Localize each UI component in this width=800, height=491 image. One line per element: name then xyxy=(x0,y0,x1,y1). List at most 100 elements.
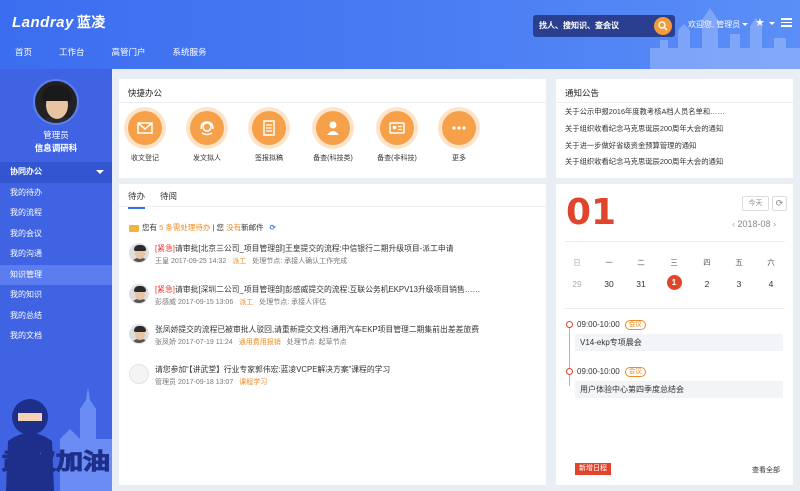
avatar[interactable] xyxy=(33,79,79,125)
todo-title[interactable]: 请您参加“【讲武堂】行业专家郭伟宏:蓝凌VCPE解决方案”课程的学习 xyxy=(155,365,390,374)
top-nav: 首页 工作台 高管门户 系统服务 xyxy=(0,42,219,62)
todo-title[interactable]: 张凤娇提交的流程已被审批人驳回,请重新提交文档:通用汽车EKP项目管理二期集前出… xyxy=(155,325,479,334)
calendar-date[interactable]: 30 xyxy=(593,279,625,289)
current-month: 2018-08 xyxy=(737,219,771,229)
logo-chinese: 蓝凌 xyxy=(76,14,106,30)
notice-item[interactable]: 关于公示申报2016年度教考核A档人员名单和…… xyxy=(565,107,725,117)
sidebar-item-my-documents[interactable]: 我的文档 xyxy=(0,326,112,347)
todo-title[interactable]: 请审批[深圳二公司_项目管理部]彭感威提交的流程:互联公务机EKPV13升级项目… xyxy=(175,285,480,294)
todo-title[interactable]: 请审批[北京三公司_项目管理部]王皇提交的流程:中信银行二期升级项目-派工申请 xyxy=(175,244,454,253)
event-time: 09:00-10:00 会议 xyxy=(577,320,646,330)
event-time: 09:00-10:00 会议 xyxy=(577,367,646,377)
event-tag: 会议 xyxy=(624,320,646,330)
sidebar-user-name: 管理员 xyxy=(43,130,69,140)
nav-home[interactable]: 首页 xyxy=(15,42,32,62)
document-icon xyxy=(263,120,275,136)
today-button[interactable]: 今天 xyxy=(742,196,769,211)
timeline-dot xyxy=(566,368,573,375)
calendar-date[interactable]: 31 xyxy=(625,279,657,289)
weekday-label: 一 xyxy=(605,258,613,267)
todo-category: 派工 xyxy=(232,258,247,265)
sidebar-menu: 协同办公 我的待办 我的流程 我的会议 我的沟通 知识管理 我的知识 我的总结 … xyxy=(0,162,112,347)
sidebar-item-my-process[interactable]: 我的流程 xyxy=(0,203,112,224)
sidebar-item-my-todo[interactable]: 我的待办 xyxy=(0,183,112,204)
notice-item[interactable]: 关于进一步做好省级资金预算管理的通知 xyxy=(565,141,696,151)
quick-item-more[interactable]: 更多 xyxy=(433,111,485,163)
sidebar: 管理员 信息调研科 协同办公 我的待办 我的流程 我的会议 我的沟通 知识管理 … xyxy=(0,69,112,491)
todo-summary: 您有 5 条需处理待办 | 您 没有新邮件 ⟳ xyxy=(129,222,276,233)
search-button[interactable] xyxy=(654,17,672,35)
quick-office-title: 快捷办公 xyxy=(128,88,163,98)
todo-item[interactable]: 张凤娇提交的流程已被审批人驳回,请重新提交文档:通用汽车EKP项目管理二期集前出… xyxy=(129,324,537,354)
timeline-dot xyxy=(566,321,573,328)
todo-person: 张凤娇 xyxy=(155,339,176,346)
todo-link[interactable]: 条需处理待办 xyxy=(165,223,210,232)
welcome-label: 欢迎您, xyxy=(688,20,715,29)
refresh-icon[interactable]: ⟳ xyxy=(772,196,787,211)
sidebar-group-knowledge[interactable]: 知识管理 xyxy=(0,264,112,285)
view-all-link[interactable]: 查看全部 xyxy=(752,465,780,475)
event-title[interactable]: 用户体验中心第四季度总结会 xyxy=(575,381,783,398)
mascot-illustration: 武汉加油 xyxy=(2,387,112,491)
notice-item[interactable]: 关于组织收看纪念马克思诞辰200周年大会的通知 xyxy=(565,157,723,167)
notices-title: 通知公告 xyxy=(565,88,600,98)
chevron-down-icon xyxy=(742,23,749,27)
todo-person: 王皇 xyxy=(155,258,169,265)
calendar-date[interactable]: 4 xyxy=(755,279,787,289)
nav-workbench[interactable]: 工作台 xyxy=(59,42,85,62)
quick-item-record-tech[interactable]: 备查(科技类) xyxy=(307,111,359,163)
sidebar-group-collaboration[interactable]: 协同办公 xyxy=(0,162,112,183)
chevron-down-icon[interactable] xyxy=(769,22,775,25)
sidebar-item-my-knowledge[interactable]: 我的知识 xyxy=(0,285,112,306)
avatar xyxy=(129,284,149,304)
headset-icon xyxy=(200,121,214,136)
welcome-text: 欢迎您, 管理员 xyxy=(688,19,749,30)
current-day: 01 xyxy=(566,192,617,233)
calendar-date[interactable]: 2 xyxy=(691,279,723,289)
hamburger-icon[interactable] xyxy=(781,18,792,27)
search-input[interactable]: 找人、搜知识、查会议 xyxy=(539,19,651,33)
todo-item[interactable]: [紧急]请审批[北京三公司_项目管理部]王皇提交的流程:中信银行二期升级项目-派… xyxy=(129,243,537,273)
todo-node: 处理节点: 起草节点 xyxy=(286,339,347,346)
quick-item-dispatch-draft[interactable]: 发文拟人 xyxy=(181,111,233,163)
sidebar-user-dept: 信息调研科 xyxy=(34,143,78,153)
sidebar-item-my-summary[interactable]: 我的总结 xyxy=(0,306,112,327)
todo-category: 派工 xyxy=(239,299,254,306)
month-navigator: ‹ 2018-08 › xyxy=(732,219,776,229)
more-icon xyxy=(452,126,466,130)
sidebar-item-my-meeting[interactable]: 我的会议 xyxy=(0,224,112,245)
nav-system-service[interactable]: 系统服务 xyxy=(173,42,207,62)
quick-item-receive-registration[interactable]: 收文登记 xyxy=(119,111,171,163)
id-card-icon xyxy=(389,122,405,134)
user-menu[interactable]: 管理员 xyxy=(716,20,740,29)
mascot-text: 武汉加油 xyxy=(2,450,110,475)
calendar-date-selected[interactable]: 1 xyxy=(658,275,690,290)
nav-executive-portal[interactable]: 高管门户 xyxy=(112,42,146,62)
calendar-date[interactable]: 3 xyxy=(723,279,755,289)
notice-item[interactable]: 关于组织收看纪念马克思诞辰200周年大会的通知 xyxy=(565,124,723,134)
todo-count: 5 xyxy=(159,223,164,232)
todo-item[interactable]: [紧急]请审批[深圳二公司_项目管理部]彭感威提交的流程:互联公务机EKPV13… xyxy=(129,284,537,314)
sidebar-group-label: 协同办公 xyxy=(10,167,42,176)
prev-month-icon[interactable]: ‹ xyxy=(732,219,735,229)
next-month-icon[interactable]: › xyxy=(773,219,776,229)
weekday-label: 二 xyxy=(637,258,645,267)
sidebar-item-my-communication[interactable]: 我的沟通 xyxy=(0,244,112,265)
mail-icon xyxy=(129,224,139,232)
todo-time: 2017-09-18 13:07 xyxy=(177,379,234,386)
logo-english: Landray xyxy=(12,14,74,31)
event-title[interactable]: V14-ekp专项晨会 xyxy=(575,334,783,351)
weekday-label: 日 xyxy=(573,258,581,267)
todo-item[interactable]: 请您参加“【讲武堂】行业专家郭伟宏:蓝凌VCPE解决方案”课程的学习 管理员 2… xyxy=(129,364,537,394)
todo-time: 2017-07-19 11:24 xyxy=(177,339,233,346)
refresh-icon[interactable]: ⟳ xyxy=(270,223,276,232)
quick-item-record-nontech[interactable]: 备查(非科技) xyxy=(371,111,423,163)
quick-office-panel: 快捷办公 收文登记 发文拟人 签报拟稿 备查(科技类) 备查(非科技) 更多 xyxy=(119,79,546,178)
calendar-date[interactable]: 29 xyxy=(561,279,593,289)
new-schedule-button[interactable]: 新增日程 xyxy=(575,463,611,475)
brand-logo[interactable]: Landray 蓝凌 xyxy=(12,12,106,32)
quick-item-submission-draft[interactable]: 签报拟稿 xyxy=(243,111,295,163)
mail-none: 没有 xyxy=(226,223,242,232)
star-icon[interactable]: ★ xyxy=(755,16,765,29)
todo-time: 2017-09-25 14:32 xyxy=(170,258,227,265)
